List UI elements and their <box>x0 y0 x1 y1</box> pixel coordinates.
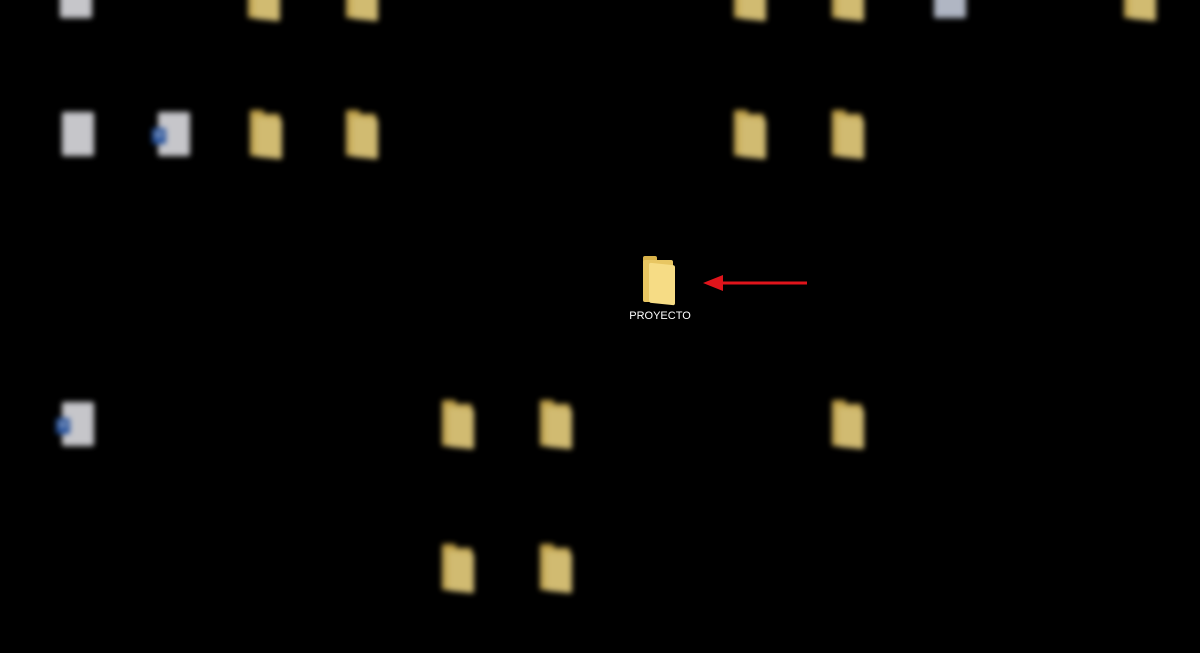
desktop-folder-row2-4[interactable] <box>318 108 408 164</box>
word-document-icon: W <box>150 108 196 160</box>
desktop-document-row2-1[interactable] <box>32 108 122 164</box>
desktop-folder-row4-4[interactable] <box>804 398 894 454</box>
folder-icon <box>1118 0 1164 22</box>
folder-icon <box>826 108 872 160</box>
pointer-arrow <box>703 275 807 291</box>
desktop-word-doc-row2-2[interactable]: W <box>128 108 218 164</box>
folder-icon <box>637 254 683 306</box>
folder-icon <box>436 398 482 450</box>
desktop-icon-top-1[interactable] <box>30 0 120 26</box>
desktop-folder-row5-2[interactable] <box>512 542 602 598</box>
desktop-folder-top-5[interactable] <box>804 0 894 26</box>
folder-icon <box>242 0 288 22</box>
folder-icon <box>436 542 482 594</box>
desktop-word-doc-row4-1[interactable]: W <box>32 398 122 454</box>
desktop-icon-top-6[interactable] <box>904 0 994 26</box>
folder-icon <box>826 0 872 22</box>
desktop-folder-row2-5[interactable] <box>706 108 796 164</box>
folder-label: PROYECTO <box>629 310 691 322</box>
desktop-folder-proyecto[interactable]: PROYECTO <box>615 254 705 322</box>
folder-icon <box>534 542 580 594</box>
desktop-folder-top-7[interactable] <box>1096 0 1186 26</box>
folder-icon <box>340 108 386 160</box>
folder-icon <box>534 398 580 450</box>
desktop-folder-top-2[interactable] <box>220 0 310 26</box>
folder-icon <box>340 0 386 22</box>
folder-icon <box>728 0 774 22</box>
desktop-folder-top-4[interactable] <box>706 0 796 26</box>
desktop-folder-top-3[interactable] <box>318 0 408 26</box>
folder-icon <box>826 398 872 450</box>
desktop-folder-row4-3[interactable] <box>512 398 602 454</box>
document-icon <box>54 108 100 160</box>
word-document-icon: W <box>54 398 100 450</box>
folder-icon <box>244 108 290 160</box>
desktop-folder-row4-2[interactable] <box>414 398 504 454</box>
document-icon <box>926 0 972 22</box>
desktop-folder-row5-1[interactable] <box>414 542 504 598</box>
folder-icon <box>728 108 774 160</box>
desktop-folder-row2-3[interactable] <box>222 108 312 164</box>
document-icon <box>52 0 98 22</box>
desktop-folder-row2-6[interactable] <box>804 108 894 164</box>
